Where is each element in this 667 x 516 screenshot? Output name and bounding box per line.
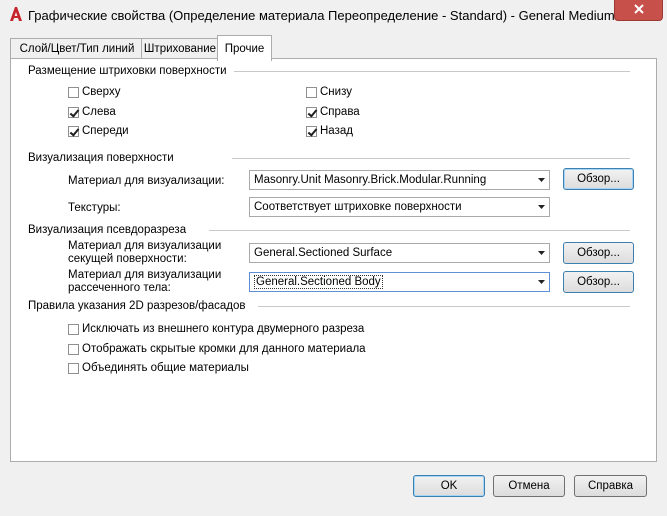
- checkbox-bottom[interactable]: Снизу: [306, 86, 352, 98]
- checkbox-right[interactable]: Справа: [306, 106, 360, 118]
- checkbox-right-label: Справа: [320, 106, 360, 118]
- render-material-value: Masonry.Unit Masonry.Brick.Modular.Runni…: [254, 174, 487, 186]
- chevron-down-icon: [533, 244, 549, 262]
- cut-surface-material-value: General.Sectioned Surface: [254, 247, 393, 259]
- checkbox-top[interactable]: Сверху: [68, 86, 120, 98]
- title-bar: Графические свойства (Определение матери…: [0, 0, 667, 31]
- surface-render-section-title: Визуализация поверхности: [28, 152, 174, 164]
- textures-select[interactable]: Соответствует штриховке поверхности: [249, 197, 550, 217]
- checkbox-exclude-contour[interactable]: Исключать из внешнего контура двумерного…: [68, 323, 364, 335]
- checkbox-exclude-contour-box[interactable]: [68, 323, 79, 335]
- cut-body-material-value: General.Sectioned Body: [254, 275, 383, 289]
- textures-label: Текстуры:: [68, 202, 121, 214]
- checkbox-merge-materials-label: Объединять общие материалы: [82, 362, 249, 374]
- section-divider: [234, 71, 630, 72]
- cut-surface-label-line2: секущей поверхности:: [68, 253, 187, 265]
- close-button[interactable]: [614, 0, 663, 21]
- browse-render-material-button[interactable]: Обзор...: [563, 168, 634, 190]
- checkbox-right-box[interactable]: [306, 106, 317, 118]
- dialog-footer: OK Отмена Справка: [0, 461, 667, 516]
- checkbox-top-label: Сверху: [82, 86, 121, 98]
- tab-other[interactable]: Прочие: [217, 35, 272, 61]
- ok-button[interactable]: OK: [413, 475, 485, 497]
- cut-surface-material-select[interactable]: General.Sectioned Surface: [249, 243, 550, 263]
- checkbox-show-hidden-edges[interactable]: Отображать скрытые кромки для данного ма…: [68, 343, 366, 355]
- cut-surface-material-label: Материал для визуализации секущей поверх…: [68, 240, 221, 266]
- checkbox-front-label: Спереди: [82, 125, 129, 137]
- tab-panel: Размещение штриховки поверхности Сверху …: [10, 58, 657, 462]
- checkbox-left-label: Слева: [82, 106, 116, 118]
- cancel-button[interactable]: Отмена: [493, 475, 565, 497]
- checkbox-merge-materials-box[interactable]: [68, 362, 79, 374]
- checkbox-back-label: Назад: [320, 125, 353, 137]
- checkbox-left-box[interactable]: [68, 106, 79, 118]
- window-title: Графические свойства (Определение матери…: [28, 8, 652, 23]
- cut-body-label-line2: рассеченного тела:: [68, 282, 171, 294]
- render-material-label: Материал для визуализации:: [68, 175, 225, 187]
- checkbox-front-box[interactable]: [68, 125, 79, 137]
- autocad-logo-icon: [8, 6, 24, 22]
- checkbox-exclude-contour-label: Исключать из внешнего контура двумерного…: [82, 323, 365, 335]
- rules-2d-section-title: Правила указания 2D разрезов/фасадов: [28, 300, 246, 312]
- browse-cut-body-button[interactable]: Обзор...: [563, 271, 634, 293]
- checkbox-top-box[interactable]: [68, 86, 79, 98]
- checkbox-merge-materials[interactable]: Объединять общие материалы: [68, 362, 249, 374]
- checkbox-show-hidden-edges-label: Отображать скрытые кромки для данного ма…: [82, 343, 366, 355]
- cut-body-label-line1: Материал для визуализации: [68, 269, 222, 281]
- checkbox-back-box[interactable]: [306, 125, 317, 137]
- pseudo-section-title: Визуализация псевдоразреза: [28, 224, 187, 236]
- surface-hatch-section-title: Размещение штриховки поверхности: [28, 65, 227, 77]
- browse-cut-surface-button[interactable]: Обзор...: [563, 242, 634, 264]
- tab-layer-color-linetype[interactable]: Слой/Цвет/Тип линий: [10, 38, 144, 59]
- tab-hatching[interactable]: Штрихование: [141, 38, 219, 59]
- section-divider: [258, 306, 630, 307]
- cut-surface-label-line1: Материал для визуализации: [68, 240, 222, 252]
- section-divider: [209, 230, 630, 231]
- cut-body-material-select[interactable]: General.Sectioned Body: [249, 272, 550, 292]
- section-divider: [232, 158, 630, 159]
- chevron-down-icon: [533, 171, 549, 189]
- help-button[interactable]: Справка: [574, 475, 647, 497]
- chevron-down-icon: [533, 198, 549, 216]
- checkbox-bottom-label: Снизу: [320, 86, 352, 98]
- close-icon: [633, 3, 645, 18]
- render-material-select[interactable]: Masonry.Unit Masonry.Brick.Modular.Runni…: [249, 170, 550, 190]
- checkbox-show-hidden-edges-box[interactable]: [68, 343, 79, 355]
- checkbox-front[interactable]: Спереди: [68, 125, 129, 137]
- checkbox-bottom-box[interactable]: [306, 86, 317, 98]
- cut-body-material-label: Материал для визуализации рассеченного т…: [68, 269, 221, 295]
- chevron-down-icon: [533, 273, 549, 291]
- checkbox-back[interactable]: Назад: [306, 125, 353, 137]
- checkbox-left[interactable]: Слева: [68, 106, 116, 118]
- textures-value: Соответствует штриховке поверхности: [254, 201, 462, 213]
